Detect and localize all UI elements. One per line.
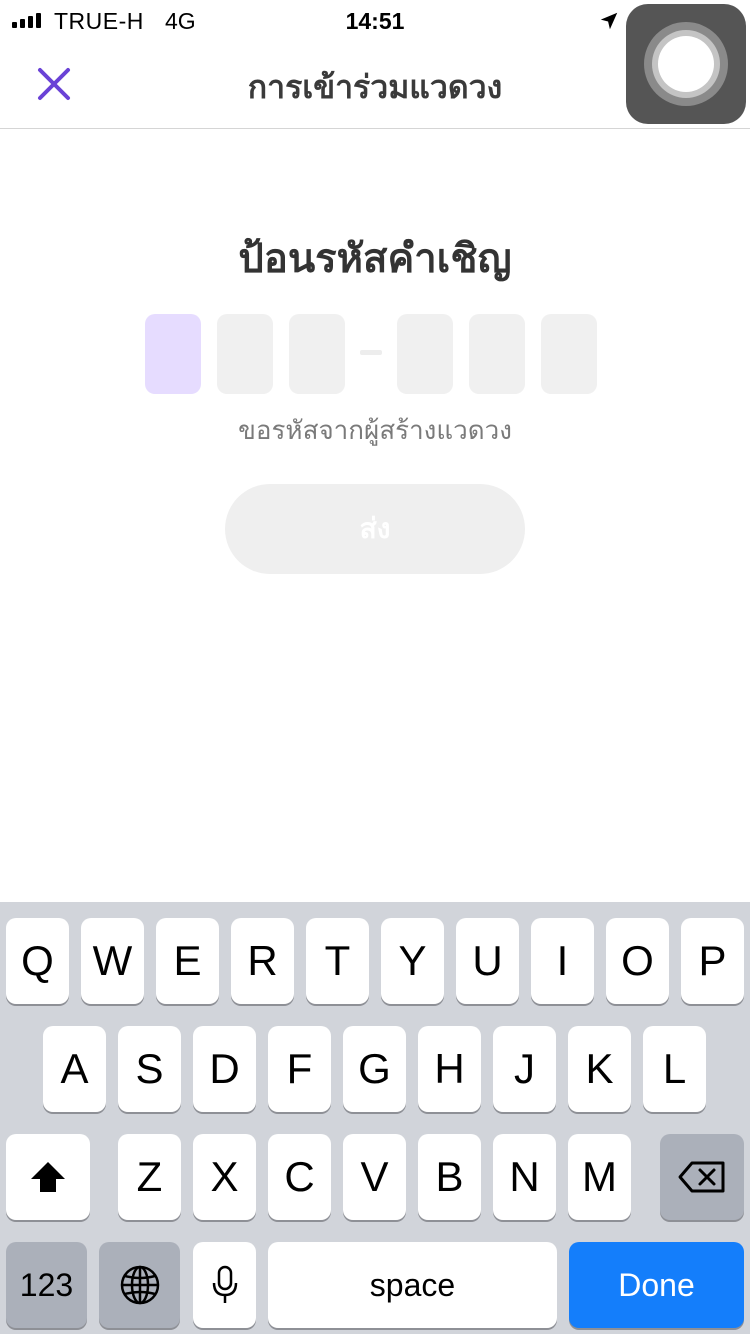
- key-k[interactable]: K: [568, 1026, 631, 1112]
- key-w[interactable]: W: [81, 918, 144, 1004]
- invite-code-heading: ป้อนรหัสคำเชิญ: [238, 237, 512, 281]
- code-digit-box[interactable]: [469, 314, 525, 394]
- code-hint-text: ขอรหัสจากผู้สร้างแวดวง: [238, 415, 512, 445]
- key-c[interactable]: C: [268, 1134, 331, 1220]
- key-b[interactable]: B: [418, 1134, 481, 1220]
- shift-arrow-icon: [31, 1162, 65, 1192]
- code-digit-box[interactable]: [289, 314, 345, 394]
- key-r[interactable]: R: [231, 918, 294, 1004]
- shift-key[interactable]: [6, 1134, 90, 1220]
- done-key[interactable]: Done: [569, 1242, 744, 1328]
- key-i[interactable]: I: [531, 918, 594, 1004]
- code-digit-box[interactable]: [541, 314, 597, 394]
- globe-key[interactable]: [99, 1242, 180, 1328]
- key-m[interactable]: M: [568, 1134, 631, 1220]
- key-q[interactable]: Q: [6, 918, 69, 1004]
- code-digit-box[interactable]: [145, 314, 201, 394]
- backspace-icon: [678, 1161, 725, 1193]
- code-separator: [360, 350, 382, 355]
- invite-code-input[interactable]: [0, 314, 750, 394]
- code-digit-box[interactable]: [217, 314, 273, 394]
- numbers-key[interactable]: 123: [6, 1242, 87, 1328]
- key-u[interactable]: U: [456, 918, 519, 1004]
- location-arrow-icon: [600, 12, 618, 30]
- key-s[interactable]: S: [118, 1026, 181, 1112]
- key-e[interactable]: E: [156, 918, 219, 1004]
- dictation-key[interactable]: [193, 1242, 256, 1328]
- key-f[interactable]: F: [268, 1026, 331, 1112]
- key-t[interactable]: T: [306, 918, 369, 1004]
- key-h[interactable]: H: [418, 1026, 481, 1112]
- key-n[interactable]: N: [493, 1134, 556, 1220]
- key-z[interactable]: Z: [118, 1134, 181, 1220]
- key-p[interactable]: P: [681, 918, 744, 1004]
- submit-button[interactable]: ส่ง: [225, 484, 525, 574]
- key-j[interactable]: J: [493, 1026, 556, 1112]
- key-l[interactable]: L: [643, 1026, 706, 1112]
- key-y[interactable]: Y: [381, 918, 444, 1004]
- assistive-touch-button[interactable]: [626, 4, 746, 124]
- code-digit-box[interactable]: [397, 314, 453, 394]
- space-key[interactable]: space: [268, 1242, 557, 1328]
- key-a[interactable]: A: [43, 1026, 106, 1112]
- keyboard: Q W E R T Y U I O P A S D F G H J K L Z …: [0, 902, 750, 1334]
- key-d[interactable]: D: [193, 1026, 256, 1112]
- key-o[interactable]: O: [606, 918, 669, 1004]
- key-x[interactable]: X: [193, 1134, 256, 1220]
- microphone-icon: [212, 1265, 237, 1303]
- key-v[interactable]: V: [343, 1134, 406, 1220]
- backspace-key[interactable]: [660, 1134, 744, 1220]
- key-g[interactable]: G: [343, 1026, 406, 1112]
- globe-icon: [120, 1265, 159, 1305]
